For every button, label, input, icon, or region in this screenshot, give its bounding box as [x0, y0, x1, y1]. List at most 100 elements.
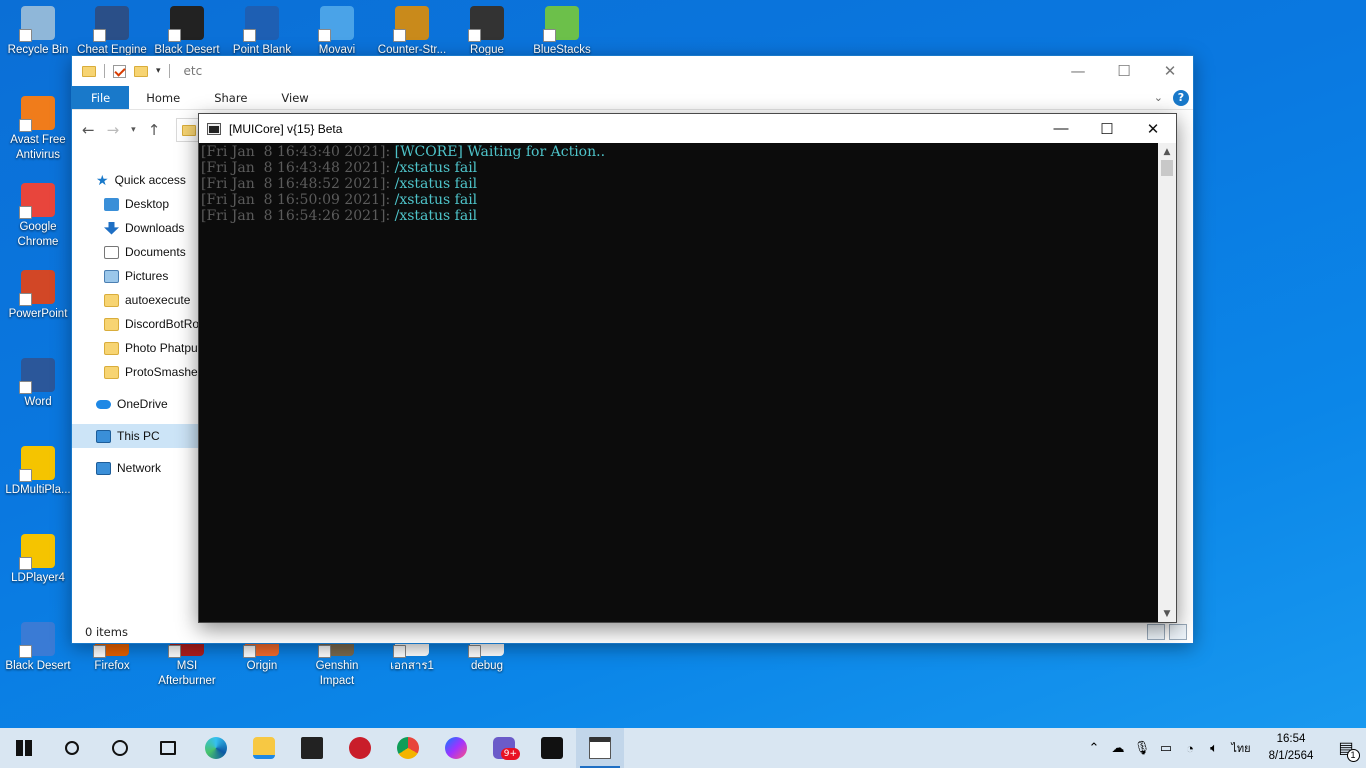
avast-icon [19, 96, 55, 132]
chevron-up-icon[interactable]: ⌃ [1082, 740, 1106, 756]
maximize-button[interactable]: ☐ [1101, 56, 1147, 86]
console-scrollbar[interactable]: ▲ ▼ [1158, 143, 1176, 622]
nav-quick-item[interactable]: autoexecute [72, 288, 200, 312]
nav-quick-item[interactable]: DiscordBotRobl [72, 312, 200, 336]
desktop-shortcut[interactable]: LDPlayer4 [0, 534, 76, 586]
minimize-button[interactable]: — [1038, 114, 1084, 144]
garena-icon [541, 737, 563, 759]
start-icon [16, 740, 32, 756]
pictures-icon [104, 269, 119, 283]
console-output[interactable]: [Fri Jan 8 16:43:40 2021]: [WCORE] Waiti… [199, 143, 1158, 622]
nav-network[interactable]: Network [72, 456, 200, 480]
taskbar-button[interactable] [432, 728, 480, 768]
nav-quick-item[interactable]: Desktop [72, 192, 200, 216]
expand-ribbon-icon[interactable]: ⌄ [1154, 91, 1163, 104]
nav-this-pc[interactable]: This PC [72, 424, 200, 448]
microphone-icon[interactable]: 🎙︎ [1130, 740, 1154, 756]
onedrive-cloud-icon[interactable]: ☁ [1106, 740, 1130, 756]
large-icons-view-button[interactable] [1169, 624, 1187, 640]
maximize-button[interactable]: ☐ [1084, 114, 1130, 144]
close-button[interactable]: ✕ [1130, 114, 1176, 144]
search-icon [65, 741, 79, 755]
tab-view[interactable]: View [264, 86, 325, 109]
taskbar-button[interactable] [48, 728, 96, 768]
window-title: etc [183, 64, 203, 78]
console-app-icon [207, 122, 221, 135]
tab-share[interactable]: Share [197, 86, 264, 109]
nav-quick-item[interactable]: Documents [72, 240, 200, 264]
nav-quick-item[interactable]: ProtoSmasher [72, 360, 200, 384]
desktop-shortcut-label: เอกสาร1 [390, 660, 434, 672]
nav-quick-item[interactable]: Photo Phatput [72, 336, 200, 360]
scroll-up-icon[interactable]: ▲ [1158, 143, 1176, 160]
log-message: /xstatus fail [394, 192, 478, 208]
back-arrow-icon[interactable]: ← [82, 121, 95, 139]
taskbar-button[interactable] [96, 728, 144, 768]
chrome-icon [19, 183, 55, 219]
nav-quick-item[interactable]: Pictures [72, 264, 200, 288]
nav-quick-item[interactable]: Downloads [72, 216, 200, 240]
folder-icon [104, 365, 119, 379]
forward-arrow-icon[interactable]: → [107, 121, 120, 139]
word-icon [19, 358, 55, 394]
taskbar-button[interactable] [528, 728, 576, 768]
desktop-shortcut[interactable]: PowerPoint [0, 270, 76, 322]
desktop-shortcut[interactable]: Google Chrome [0, 183, 76, 250]
scroll-down-icon[interactable]: ▼ [1158, 605, 1176, 622]
system-tray: ⌃ ☁ 🎙︎ ▭ ◔ 🔈︎ ไทย 16:54 8/1/2564 ▤ 1 [1082, 728, 1366, 768]
chevron-down-icon[interactable]: ▾ [156, 66, 161, 76]
nav-quick-access[interactable]: ★ Quick access [72, 168, 200, 192]
tab-home[interactable]: Home [129, 86, 197, 109]
volume-icon[interactable]: 🔈︎ [1202, 740, 1226, 756]
desktop-shortcut[interactable]: Avast Free Antivirus [0, 96, 76, 163]
desktop-shortcut[interactable]: Movavi [299, 6, 375, 58]
explorer-title-bar: ▾ etc — ☐ ✕ [72, 56, 1193, 86]
log-timestamp: [Fri Jan 8 16:50:09 2021]: [201, 192, 395, 208]
tab-file[interactable]: File [72, 86, 130, 109]
nav-label: Pictures [125, 269, 169, 283]
edge-icon [205, 737, 227, 759]
details-view-button[interactable] [1147, 624, 1165, 640]
log-line: [Fri Jan 8 16:43:48 2021]: /xstatus fail [201, 160, 1156, 176]
taskbar-button[interactable] [0, 728, 48, 768]
taskbar-button[interactable] [384, 728, 432, 768]
taskbar-button[interactable] [192, 728, 240, 768]
properties-icon[interactable] [113, 64, 126, 78]
desktop-shortcut[interactable]: Black Desert [149, 6, 225, 58]
desktop-shortcut[interactable]: Recycle Bin [0, 6, 76, 58]
notification-center-button[interactable]: ▤ 1 [1326, 738, 1366, 762]
recent-locations-icon[interactable]: ▾ [131, 125, 136, 135]
desktop-shortcut[interactable]: Cheat Engine [74, 6, 150, 58]
desktop-shortcut[interactable]: Rogue [449, 6, 525, 58]
taskbar-button[interactable] [576, 728, 624, 768]
new-folder-icon[interactable] [134, 65, 148, 77]
minimize-button[interactable]: — [1055, 56, 1101, 86]
taskbar-button[interactable] [288, 728, 336, 768]
close-button[interactable]: ✕ [1147, 56, 1193, 86]
help-icon[interactable]: ? [1173, 89, 1189, 106]
scroll-thumb[interactable] [1161, 160, 1173, 176]
language-indicator[interactable]: ไทย [1226, 739, 1256, 757]
notification-icon: ▤ 1 [1338, 738, 1360, 762]
nav-onedrive[interactable]: OneDrive [72, 392, 200, 416]
desktop-shortcut[interactable]: LDMultiPla... [0, 446, 76, 498]
desktop-shortcut[interactable]: Word [0, 358, 76, 410]
battery-icon[interactable]: ▭ [1154, 740, 1178, 756]
taskbar-button[interactable]: 9+ [480, 728, 528, 768]
desktop-shortcut[interactable]: Point Blank [224, 6, 300, 58]
up-arrow-icon[interactable]: ↑ [148, 121, 161, 139]
desktop-shortcut-label: Recycle Bin [7, 44, 69, 56]
clock[interactable]: 16:54 8/1/2564 [1256, 731, 1326, 765]
nav-label: Documents [125, 245, 186, 259]
taskbar-button[interactable] [240, 728, 288, 768]
desktop-shortcut[interactable]: Counter-Str... [374, 6, 450, 58]
taskbar-button[interactable] [336, 728, 384, 768]
app-badge: 9+ [500, 748, 520, 760]
wifi-icon[interactable]: ◔ [1178, 741, 1202, 756]
taskbar-button[interactable] [144, 728, 192, 768]
desktop-shortcut[interactable]: BlueStacks [524, 6, 600, 58]
app-red-icon [349, 737, 371, 759]
notification-count: 1 [1346, 749, 1360, 762]
desktop-shortcut[interactable]: Black Desert [0, 622, 76, 674]
nav-label: Quick access [114, 173, 186, 187]
